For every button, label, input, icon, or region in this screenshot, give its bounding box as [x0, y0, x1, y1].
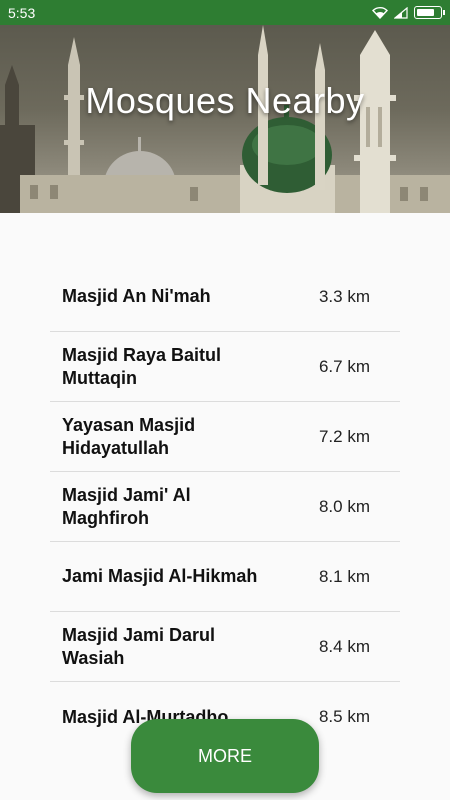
mosque-name: Masjid Jami' Al Maghfiroh: [62, 484, 191, 528]
mosque-name: Masjid Raya Baitul Muttaqin: [62, 344, 222, 388]
list-item[interactable]: Masjid Raya Baitul Muttaqin 6.7 km: [50, 332, 400, 402]
mosque-distance: 8.0 km: [318, 496, 370, 516]
list-item[interactable]: Jami Masjid Al-Hikmah 8.1 km: [50, 542, 400, 612]
mosque-name: Yayasan Masjid Hidayatullah: [62, 414, 196, 458]
list-item[interactable]: Yayasan Masjid Hidayatullah 7.2 km: [50, 402, 400, 472]
wifi-icon: [372, 6, 388, 19]
battery-icon: [414, 6, 445, 19]
status-icons: [372, 6, 445, 19]
status-time: 5:53: [8, 4, 36, 21]
mosque-name: Masjid Jami Darul Wasiah: [62, 624, 216, 668]
mosque-distance: 7.2 km: [318, 426, 370, 446]
list-item[interactable]: Masjid Jami' Al Maghfiroh 8.0 km: [50, 472, 400, 542]
battery-level: [417, 9, 435, 16]
mosque-name: Jami Masjid Al-Hikmah: [62, 566, 258, 586]
header-banner: Mosques Nearby: [0, 25, 450, 213]
mosque-distance: 8.1 km: [318, 566, 370, 586]
status-bar: 5:53: [0, 0, 450, 25]
signal-icon: [394, 6, 408, 19]
list-item[interactable]: Masjid An Ni'mah 3.3 km: [50, 262, 400, 332]
mosque-list: Masjid An Ni'mah 3.3 km Masjid Raya Bait…: [50, 262, 400, 752]
mosque-distance: 8.5 km: [318, 707, 370, 726]
mosque-distance: 6.7 km: [318, 356, 370, 376]
mosque-distance: 8.4 km: [318, 636, 370, 656]
page-title: Mosques Nearby: [85, 80, 365, 121]
mosque-name: Masjid An Ni'mah: [62, 286, 211, 306]
more-button[interactable]: MORE: [131, 719, 319, 793]
list-item[interactable]: Masjid Jami Darul Wasiah 8.4 km: [50, 612, 400, 682]
mosque-distance: 3.3 km: [318, 286, 370, 306]
